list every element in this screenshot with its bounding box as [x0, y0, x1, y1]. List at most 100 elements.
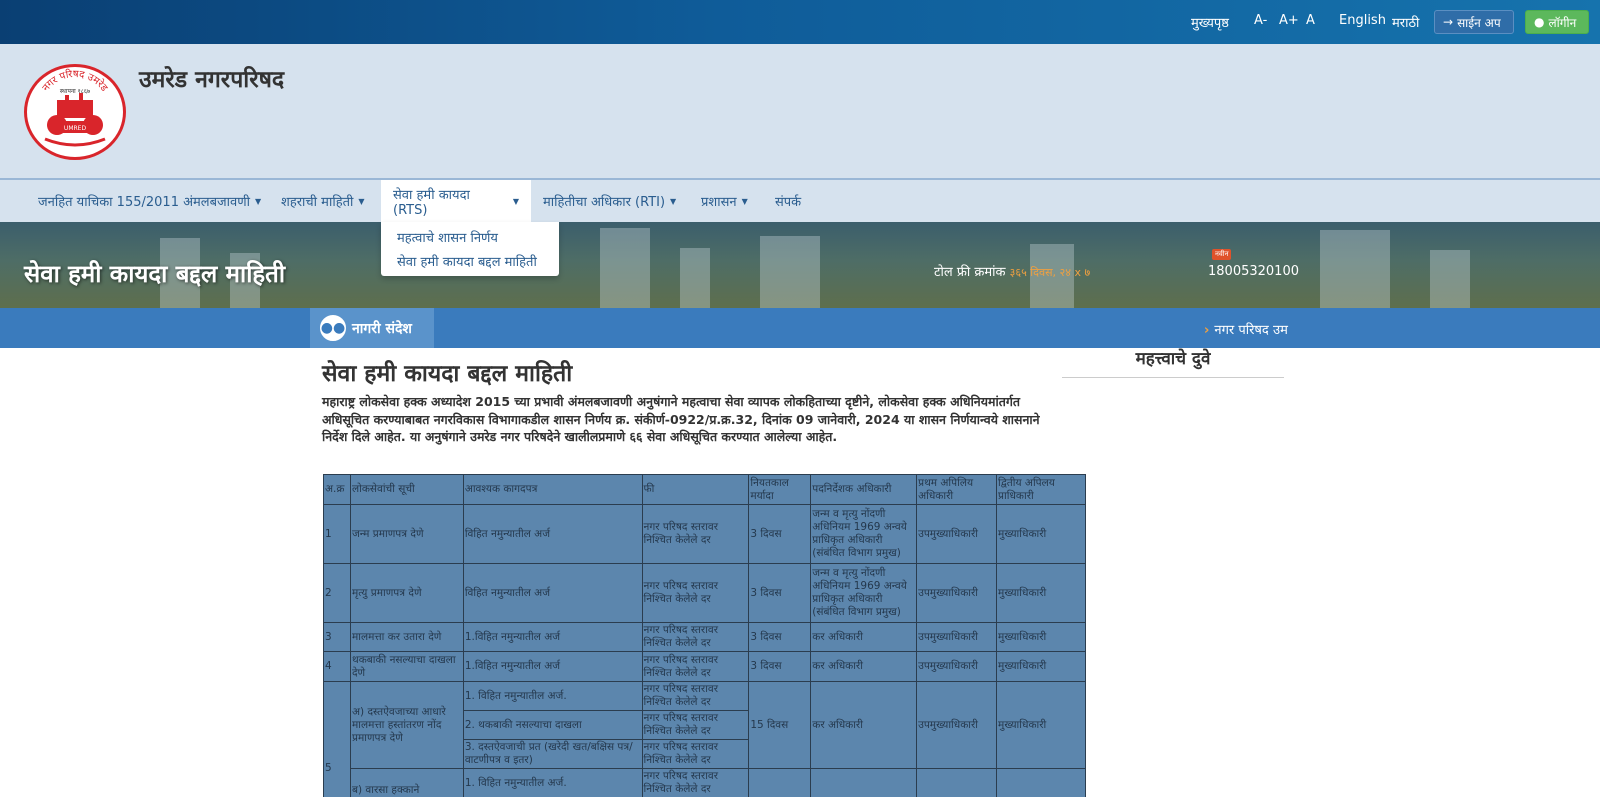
- cell-fee: नगर परिषद स्तरावर निश्चित केलेले दर: [641, 710, 750, 740]
- citizen-message-button[interactable]: ●● नागरी संदेश: [310, 308, 434, 348]
- ticker-text: नगर परिषद उम: [1214, 323, 1288, 338]
- cell-docs: 2. थकबाकी नसल्याचा दाखला: [462, 710, 643, 740]
- cell-fee: नगर परिषद स्तरावर निश्चित केलेले दर: [641, 768, 750, 797]
- cell-appeal2: मुख्याधिकारी: [996, 651, 1086, 682]
- news-ticker[interactable]: › नगर परिषद उम: [1204, 320, 1288, 338]
- tollfree-label: टोल फ्री क्रमांक ३६५ दिवस, २४ x ७: [934, 262, 1090, 280]
- table-row: 2 मृत्यु प्रमाणपत्र देणे विहित नमुन्याती…: [323, 563, 1086, 623]
- cell-docs: 1. विहित नमुन्यातील अर्ज.: [462, 768, 643, 797]
- services-table: अ.क्र लोकसेवांची सूची आवश्यक कागदपत्र फी…: [323, 474, 1086, 797]
- table-row: 1 जन्म प्रमाणपत्र देणे विहित नमुन्यातील …: [323, 504, 1086, 564]
- nav-label: शहराची माहिती: [281, 195, 354, 210]
- cell-fee: नगर परिषद स्तरावर निश्चित केलेले दर: [641, 622, 750, 652]
- dropdown-item-government-resolutions[interactable]: महत्वाचे शासन निर्णय: [381, 227, 559, 251]
- table-row: 4 थकबाकी नसल्याचा दाखला देणे 1.विहित नमु…: [323, 651, 1086, 682]
- dropdown-item-rts-info[interactable]: सेवा हमी कायदा बद्दल माहिती: [381, 251, 559, 275]
- banner-building: [1320, 230, 1390, 308]
- lang-marathi-link[interactable]: मराठी: [1392, 13, 1419, 31]
- cell-service: मालमत्ता कर उतारा देणे: [349, 622, 464, 652]
- lang-english-link[interactable]: English: [1339, 13, 1386, 28]
- caret-down-icon: ▼: [741, 196, 748, 206]
- cell-appeal1: [916, 768, 998, 797]
- cell-time: 3 दिवस: [748, 504, 812, 564]
- cell-officer: कर अधिकारी: [810, 681, 918, 769]
- cell-service: मृत्यु प्रमाणपत्र देणे: [349, 563, 464, 623]
- header-cell: फी: [641, 474, 750, 505]
- chevron-right-icon: ›: [1204, 323, 1210, 338]
- main-nav: जनहित याचिका 155/2011 अंमलबजावणी ▼ शहराची…: [0, 178, 1600, 222]
- page-banner: सेवा हमी कायदा बद्दल माहिती टोल फ्री क्र…: [0, 222, 1600, 308]
- logo-text-est: स्थापना १८६७: [60, 88, 90, 95]
- logo-text-bottom: UMRED: [64, 125, 87, 132]
- cell-appeal1: उपमुख्याधिकारी: [916, 563, 998, 623]
- council-logo[interactable]: नगर परिषद उमरेड स्थापना १८६७ UMRED: [24, 64, 126, 160]
- caret-down-icon: ▼: [512, 196, 519, 206]
- cell-no: 3: [323, 622, 351, 652]
- table-row: 5 अ) दस्तऐवजाच्या आधारे मालमत्ता हस्तांत…: [323, 681, 1086, 797]
- cell-docs: 1. विहित नमुन्यातील अर्ज.: [462, 681, 643, 711]
- site-title[interactable]: उमरेड नगरपरिषद: [139, 62, 284, 94]
- cell-time: 3 दिवस: [748, 563, 812, 623]
- cell-service: जन्म प्रमाणपत्र देणे: [349, 504, 464, 564]
- sign-in-icon: →: [1443, 15, 1454, 29]
- nav-item-city-info[interactable]: शहराची माहिती ▼: [269, 180, 377, 222]
- cell-officer: जन्म व मृत्यु नोंदणी अधिनियम 1969 अन्वये…: [810, 504, 918, 564]
- cell-service: थकबाकी नसल्याचा दाखला देणे: [349, 651, 464, 682]
- cell-time: 3 दिवस: [748, 651, 812, 682]
- site-header: नगर परिषद उमरेड स्थापना १८६७ UMRED उमरेड…: [0, 44, 1600, 178]
- tollfree-number[interactable]: 18005320100: [1208, 264, 1299, 279]
- cell-fee: नगर परिषद स्तरावर निश्चित केलेले दर: [641, 651, 750, 682]
- cell-no: 4: [323, 651, 351, 682]
- cell-officer: कर अधिकारी: [810, 651, 918, 682]
- cell-officer: [810, 768, 918, 797]
- cell-service: अ) दस्तऐवजाच्या आधारे मालमत्ता हस्तांतरण…: [349, 681, 464, 769]
- cell-time: [748, 768, 812, 797]
- nav-item-administration[interactable]: प्रशासन ▼: [689, 180, 760, 222]
- nav-item-pil[interactable]: जनहित याचिका 155/2011 अंमलबजावणी ▼: [26, 180, 273, 222]
- header-cell: आवश्यक कागदपत्र: [462, 474, 643, 505]
- login-button[interactable]: ● लॉगीन: [1525, 10, 1589, 34]
- caret-down-icon: ▼: [255, 196, 262, 206]
- cell-appeal1: उपमुख्याधिकारी: [916, 504, 998, 564]
- intro-paragraph: महाराष्ट्र लोकसेवा हक्क अध्यादेश 2015 च्…: [322, 394, 1040, 444]
- header-cell: अ.क्र: [323, 474, 351, 505]
- cell-fee: नगर परिषद स्तरावर निश्चित केलेले दर: [641, 563, 750, 623]
- signup-button[interactable]: → साईन अप: [1434, 10, 1514, 34]
- cell-time: 15 दिवस: [748, 681, 812, 769]
- important-links-heading: महत्त्वाचे दुवे: [1062, 346, 1284, 378]
- caret-down-icon: ▼: [670, 196, 677, 206]
- cell-no: 5: [323, 681, 351, 797]
- font-decrease-button[interactable]: A-: [1254, 13, 1267, 28]
- cell-appeal2: मुख्याधिकारी: [996, 681, 1086, 769]
- cell-no: 2: [323, 563, 351, 623]
- user-icon: ●: [1534, 15, 1545, 29]
- banner-building: [1430, 250, 1470, 308]
- news-bar: ●● नागरी संदेश › नगर परिषद उम: [0, 308, 1600, 348]
- nav-item-contact[interactable]: संपर्क: [763, 180, 813, 222]
- home-link[interactable]: मुख्यपृष्ठ: [1191, 13, 1229, 31]
- nav-label: सेवा हमी कायदा (RTS): [393, 187, 470, 218]
- table-header-row: अ.क्र लोकसेवांची सूची आवश्यक कागदपत्र फी…: [323, 474, 1086, 505]
- cell-appeal2: मुख्याधिकारी: [996, 622, 1086, 652]
- cell-docs: विहित नमुन्यातील अर्ज: [462, 563, 643, 623]
- nav-label: जनहित याचिका 155/2011 अंमलबजावणी: [38, 195, 251, 210]
- header-cell: लोकसेवांची सूची: [349, 474, 464, 505]
- cell-officer: कर अधिकारी: [810, 622, 918, 652]
- cell-officer: जन्म व मृत्यु नोंदणी अधिनियम 1969 अन्वये…: [810, 563, 918, 623]
- cell-appeal2: मुख्याधिकारी: [996, 504, 1086, 564]
- table-row: 3 मालमत्ता कर उतारा देणे 1.विहित नमुन्या…: [323, 622, 1086, 652]
- new-badge: नवीन: [1212, 249, 1232, 260]
- banner-building: [600, 228, 650, 308]
- cell-docs: 3. दस्तऐवजाची प्रत (खरेदी खत/बक्षिस पत्र…: [462, 739, 643, 769]
- cell-service: ब) वारसा हक्काने: [349, 768, 464, 797]
- nav-label: संपर्क: [775, 195, 802, 210]
- login-label: लॉगीन: [1548, 15, 1577, 30]
- page-heading: सेवा हमी कायदा बद्दल माहिती: [24, 260, 286, 288]
- font-increase-button[interactable]: A+: [1279, 13, 1299, 28]
- nav-item-rts[interactable]: सेवा हमी कायदा (RTS) ▼: [381, 180, 531, 222]
- nav-item-rti[interactable]: माहितीचा अधिकार (RTI) ▼: [531, 180, 688, 222]
- font-reset-button[interactable]: A: [1306, 13, 1315, 28]
- caret-down-icon: ▼: [358, 196, 365, 206]
- header-cell: प्रथम अपिलिय अधिकारी: [916, 474, 998, 505]
- top-bar: मुख्यपृष्ठ A- A+ A English मराठी → साईन …: [0, 0, 1600, 44]
